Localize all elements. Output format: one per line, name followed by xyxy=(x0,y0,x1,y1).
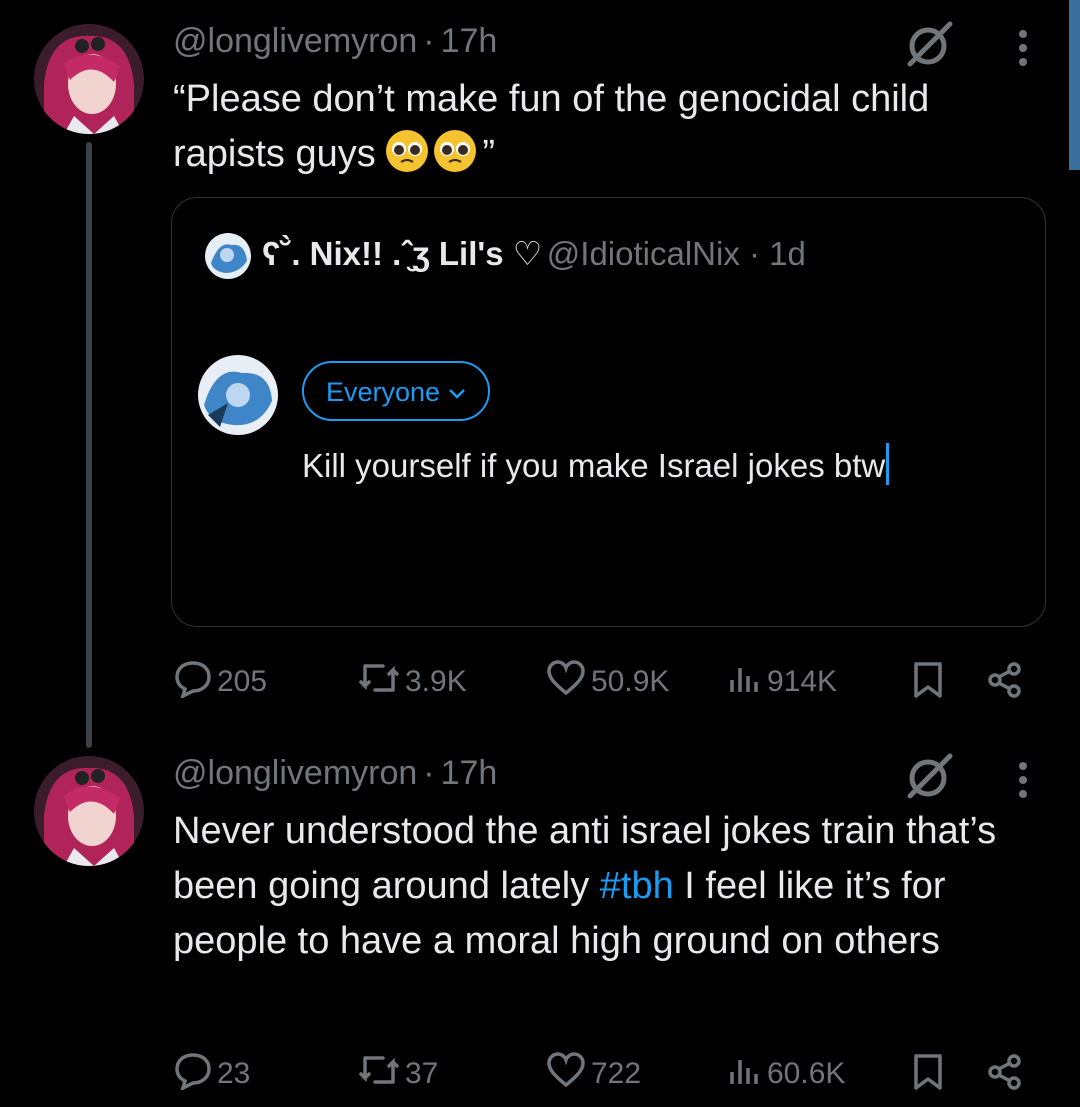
quoted-display-name[interactable]: ʕ˘̀. Nix!! .ˆ̮ʒ Lil's ♡ xyxy=(262,235,542,272)
more-options-icon[interactable] xyxy=(1016,760,1030,805)
author-handle[interactable]: @longlivemyron xyxy=(173,754,417,792)
post-text: “Please don’t make fun of the genocidal … xyxy=(173,78,930,175)
views-button[interactable]: 914K xyxy=(727,658,837,706)
views-icon xyxy=(727,658,767,706)
audience-selector[interactable]: Everyone xyxy=(302,361,490,421)
bookmark-icon[interactable] xyxy=(912,1052,944,1097)
post-meta: @longlivemyron · 17h xyxy=(173,754,498,792)
reply-icon xyxy=(173,658,217,706)
reply-button[interactable]: 23 xyxy=(173,1050,250,1098)
like-button[interactable]: 50.9K xyxy=(545,658,669,706)
views-button[interactable]: 60.6K xyxy=(727,1050,845,1098)
chevron-down-icon xyxy=(448,377,466,407)
repost-button[interactable]: 3.9K xyxy=(357,658,467,706)
quoted-handle[interactable]: @IdioticalNix xyxy=(547,235,740,272)
post-text: Never understood the anti israel jokes t… xyxy=(173,810,997,962)
compose-avatar xyxy=(198,355,278,435)
bookmark-icon[interactable] xyxy=(912,660,944,705)
text-caret xyxy=(886,443,890,485)
quoted-time: 1d xyxy=(769,235,806,272)
post-meta: @longlivemyron · 17h xyxy=(173,22,498,60)
repost-button[interactable]: 37 xyxy=(357,1050,438,1098)
reply-button[interactable]: 205 xyxy=(173,658,267,706)
repost-icon xyxy=(357,658,405,706)
compose-text: Kill yourself if you make Israel jokes b… xyxy=(302,438,1002,494)
avatar[interactable] xyxy=(34,756,144,866)
grok-icon[interactable] xyxy=(902,20,958,73)
repost-icon xyxy=(357,1050,405,1098)
share-icon[interactable] xyxy=(985,1052,1025,1097)
heart-icon xyxy=(545,658,591,706)
quoted-avatar[interactable] xyxy=(205,233,251,279)
author-handle[interactable]: @longlivemyron xyxy=(173,22,417,60)
reply-icon xyxy=(173,1050,217,1098)
heart-icon xyxy=(545,1050,591,1098)
avatar[interactable] xyxy=(34,24,144,134)
grok-icon[interactable] xyxy=(902,752,958,805)
scrollbar[interactable] xyxy=(1069,0,1080,170)
pleading-face-emoji xyxy=(434,130,477,172)
hashtag-link[interactable]: #tbh xyxy=(600,865,674,907)
pleading-face-emoji xyxy=(386,130,429,172)
quoted-meta: ʕ˘̀. Nix!! .ˆ̮ʒ Lil's ♡ @IdioticalNix · … xyxy=(262,235,806,272)
thread-line xyxy=(86,142,92,748)
post-time[interactable]: 17h xyxy=(441,754,498,792)
views-icon xyxy=(727,1050,767,1098)
post-time[interactable]: 17h xyxy=(441,22,498,60)
share-icon[interactable] xyxy=(985,660,1025,705)
more-options-icon[interactable] xyxy=(1016,28,1030,73)
audience-label: Everyone xyxy=(326,377,441,407)
like-button[interactable]: 722 xyxy=(545,1050,641,1098)
